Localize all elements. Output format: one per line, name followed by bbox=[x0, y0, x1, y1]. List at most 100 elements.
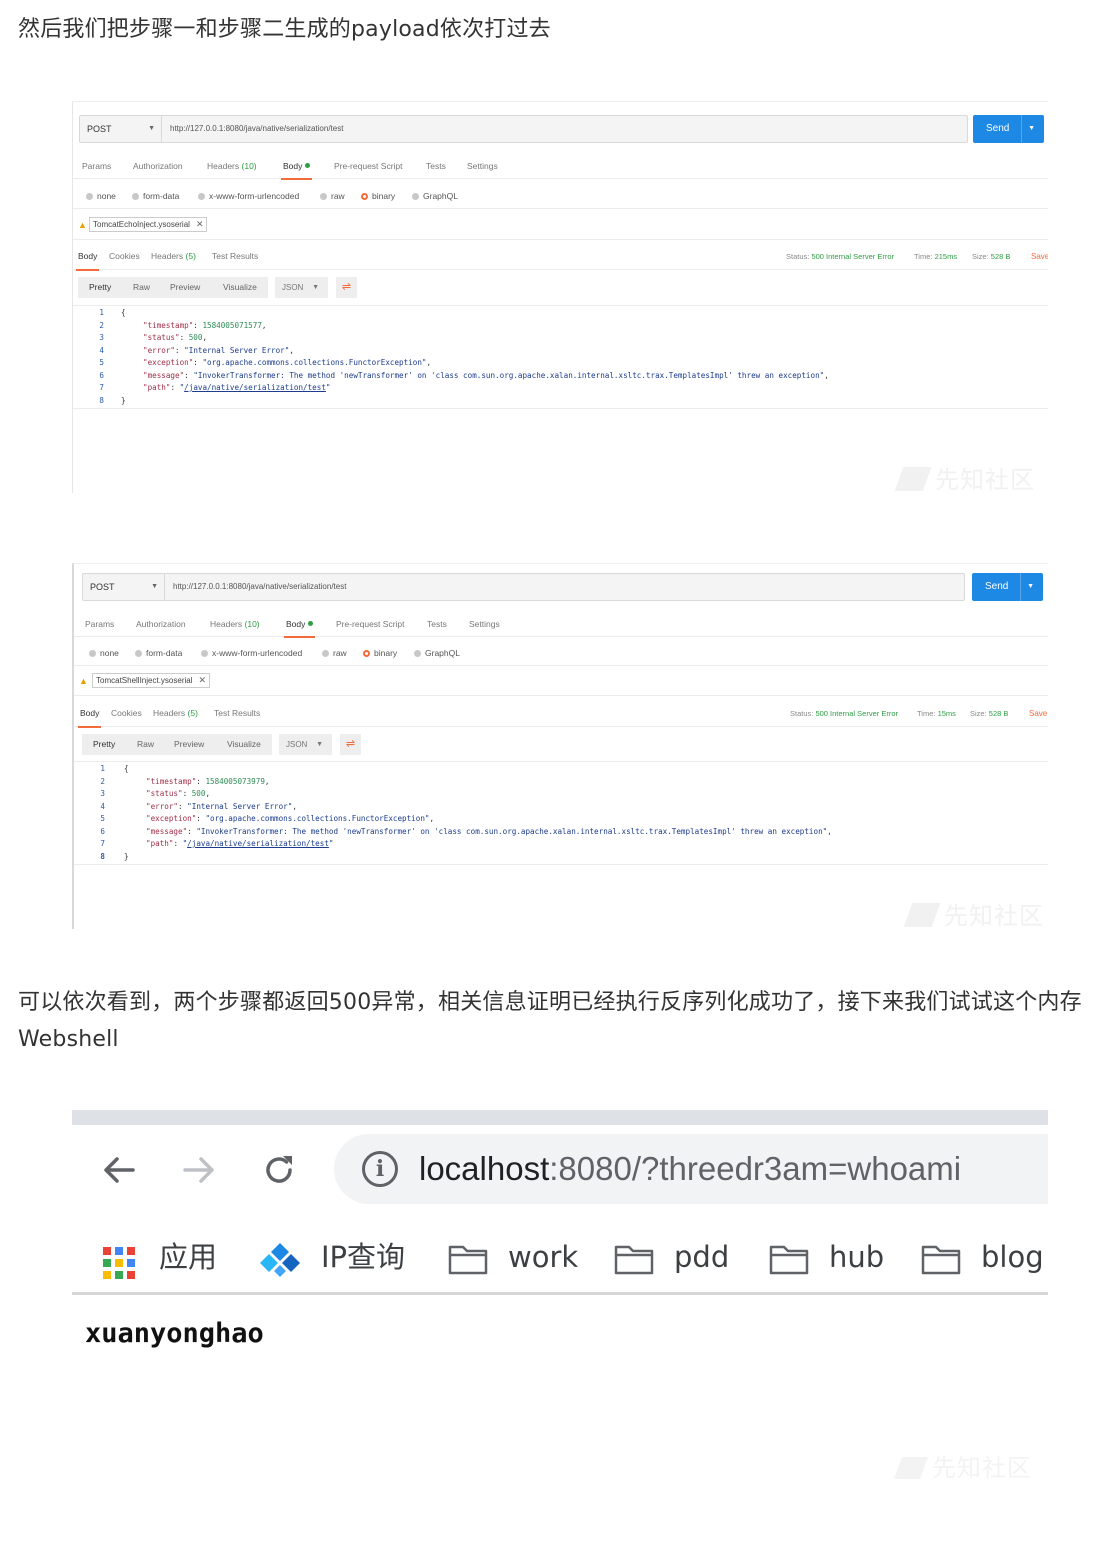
status-label: Status: bbox=[786, 252, 810, 261]
radio-x-www-form-urlencoded[interactable]: x-www-form-urlencoded bbox=[201, 641, 302, 666]
send-button[interactable]: Send ▼ bbox=[973, 115, 1044, 143]
save-response-button[interactable]: Save bbox=[1031, 243, 1048, 270]
chevron-down-icon[interactable]: ▼ bbox=[1028, 115, 1035, 143]
tab-tests[interactable]: Tests bbox=[427, 612, 447, 637]
view-preview-button[interactable]: Preview bbox=[170, 277, 200, 298]
view-preview-button[interactable]: Preview bbox=[174, 734, 204, 755]
send-button[interactable]: Send ▼ bbox=[972, 573, 1043, 601]
view-pretty-button[interactable]: Pretty bbox=[89, 277, 111, 298]
size-value: 528 B bbox=[988, 709, 1009, 718]
radio-form-data[interactable]: form-data bbox=[132, 184, 179, 209]
back-arrow-icon[interactable] bbox=[99, 1150, 139, 1190]
tab-authorization[interactable]: Authorization bbox=[133, 154, 183, 179]
resp-tab-body[interactable]: Body bbox=[77, 700, 102, 728]
url-path: :8080/?threedr3am=whoami bbox=[549, 1150, 962, 1187]
save-response-button[interactable]: Save bbox=[1029, 700, 1047, 727]
resp-tab-body[interactable]: Body bbox=[75, 243, 100, 271]
paragraph-intro: 然后我们把步骤一和步骤二生成的payload依次打过去 bbox=[18, 17, 551, 42]
resp-tab-headers[interactable]: Headers (5) bbox=[153, 700, 198, 727]
view-visualize-button[interactable]: Visualize bbox=[223, 277, 257, 298]
radio-label: x-www-form-urlencoded bbox=[212, 648, 303, 658]
forward-arrow-icon[interactable] bbox=[179, 1150, 219, 1190]
wrap-lines-icon[interactable]: ⇌ bbox=[336, 277, 357, 298]
view-raw-button[interactable]: Raw bbox=[133, 277, 150, 298]
view-pretty-button[interactable]: Pretty bbox=[93, 734, 115, 755]
resp-tab-cookies[interactable]: Cookies bbox=[109, 243, 140, 270]
resp-tab-test-results[interactable]: Test Results bbox=[214, 700, 260, 727]
radio-none[interactable]: none bbox=[89, 641, 119, 666]
url-text: localhost:8080/?threedr3am=whoami bbox=[419, 1134, 961, 1204]
json-path-link[interactable]: /java/native/serialization/test bbox=[187, 839, 329, 848]
body-type-radios: none form-data x-www-form-urlencoded raw… bbox=[74, 641, 1048, 666]
tab-body[interactable]: Body bbox=[280, 154, 313, 180]
json-key: "message" bbox=[143, 371, 185, 380]
radio-raw[interactable]: raw bbox=[322, 641, 347, 666]
radio-circle-icon bbox=[412, 193, 419, 200]
close-icon[interactable]: ✕ bbox=[196, 219, 204, 229]
view-raw-button[interactable]: Raw bbox=[137, 734, 154, 755]
resp-tab-test-results[interactable]: Test Results bbox=[212, 243, 258, 270]
radio-binary[interactable]: binary bbox=[363, 641, 397, 666]
size-label: Size: bbox=[972, 252, 989, 261]
bookmark-folder-hub[interactable]: hub bbox=[829, 1220, 884, 1295]
format-select[interactable]: JSON ▼ bbox=[275, 277, 328, 298]
reload-icon[interactable] bbox=[259, 1150, 299, 1190]
line-number: 6 bbox=[100, 827, 105, 836]
radio-label: form-data bbox=[143, 191, 180, 201]
tab-body[interactable]: Body bbox=[283, 612, 316, 638]
bookmark-ip-query[interactable]: IP查询 bbox=[321, 1220, 405, 1295]
json-key: "path" bbox=[146, 839, 174, 848]
tab-settings[interactable]: Settings bbox=[467, 154, 498, 179]
bookmark-folder-blog[interactable]: blog bbox=[981, 1220, 1044, 1295]
radio-graphql[interactable]: GraphQL bbox=[412, 184, 458, 209]
json-line-status: "status": 500, bbox=[143, 333, 208, 342]
method-select[interactable]: POST ▼ bbox=[83, 574, 165, 600]
chevron-down-icon: ▼ bbox=[316, 741, 323, 748]
tab-tests[interactable]: Tests bbox=[426, 154, 446, 179]
json-path-link[interactable]: /java/native/serialization/test bbox=[184, 383, 326, 392]
resp-tab-cookies[interactable]: Cookies bbox=[111, 700, 142, 727]
tab-params[interactable]: Params bbox=[85, 612, 114, 637]
selected-file-chip[interactable]: TomcatEchoInject.ysoserial ✕ bbox=[89, 217, 208, 232]
selected-file-chip[interactable]: TomcatShellInject.ysoserial ✕ bbox=[92, 673, 211, 688]
tab-settings[interactable]: Settings bbox=[469, 612, 500, 637]
radio-binary[interactable]: binary bbox=[361, 184, 395, 209]
format-select[interactable]: JSON ▼ bbox=[279, 734, 332, 755]
status-label: Status: bbox=[790, 709, 814, 718]
bookmark-folder-work[interactable]: work bbox=[508, 1220, 578, 1295]
tab-params[interactable]: Params bbox=[82, 154, 111, 179]
radio-circle-icon bbox=[86, 193, 93, 200]
resp-tab-headers[interactable]: Headers (5) bbox=[151, 243, 196, 270]
tab-pre-request-script[interactable]: Pre-request Script bbox=[336, 612, 405, 637]
line-number: 4 bbox=[99, 346, 104, 355]
bookmarks-bar: 应用 IP查询 work pdd hub blog bbox=[72, 1220, 1048, 1295]
tab-strip bbox=[72, 1110, 1048, 1125]
url-input[interactable]: http://127.0.0.1:8080/java/native/serial… bbox=[173, 574, 346, 600]
info-icon[interactable]: i bbox=[362, 1151, 398, 1187]
radio-form-data[interactable]: form-data bbox=[135, 641, 182, 666]
wrap-lines-icon[interactable]: ⇌ bbox=[340, 734, 361, 755]
radio-graphql[interactable]: GraphQL bbox=[414, 641, 460, 666]
radio-x-www-form-urlencoded[interactable]: x-www-form-urlencoded bbox=[198, 184, 299, 209]
bookmark-folder-pdd[interactable]: pdd bbox=[674, 1220, 729, 1295]
address-bar[interactable]: i localhost:8080/?threedr3am=whoami bbox=[334, 1134, 1048, 1204]
radio-none[interactable]: none bbox=[86, 184, 116, 209]
url-input[interactable]: http://127.0.0.1:8080/java/native/serial… bbox=[170, 116, 343, 142]
view-visualize-button[interactable]: Visualize bbox=[227, 734, 261, 755]
json-value: "org.apache.commons.collections.FunctorE… bbox=[202, 358, 427, 367]
radio-raw[interactable]: raw bbox=[320, 184, 345, 209]
method-label: POST bbox=[90, 582, 115, 592]
json-line-message: "message": "InvokerTransformer: The meth… bbox=[143, 371, 829, 380]
tab-pre-request-script[interactable]: Pre-request Script bbox=[334, 154, 403, 179]
radio-circle-icon bbox=[132, 193, 139, 200]
method-select[interactable]: POST ▼ bbox=[80, 116, 162, 142]
tab-authorization[interactable]: Authorization bbox=[136, 612, 186, 637]
tab-headers[interactable]: Headers (10) bbox=[207, 154, 257, 179]
line-number: 1 bbox=[99, 308, 104, 317]
response-tabs: Body Cookies Headers (5) Test Results St… bbox=[74, 700, 1048, 728]
close-icon[interactable]: ✕ bbox=[198, 675, 206, 685]
bookmark-apps[interactable]: 应用 bbox=[159, 1220, 217, 1295]
tab-headers[interactable]: Headers (10) bbox=[210, 612, 260, 637]
chevron-down-icon[interactable]: ▼ bbox=[1027, 573, 1034, 601]
warning-icon: ▲ bbox=[78, 220, 87, 230]
